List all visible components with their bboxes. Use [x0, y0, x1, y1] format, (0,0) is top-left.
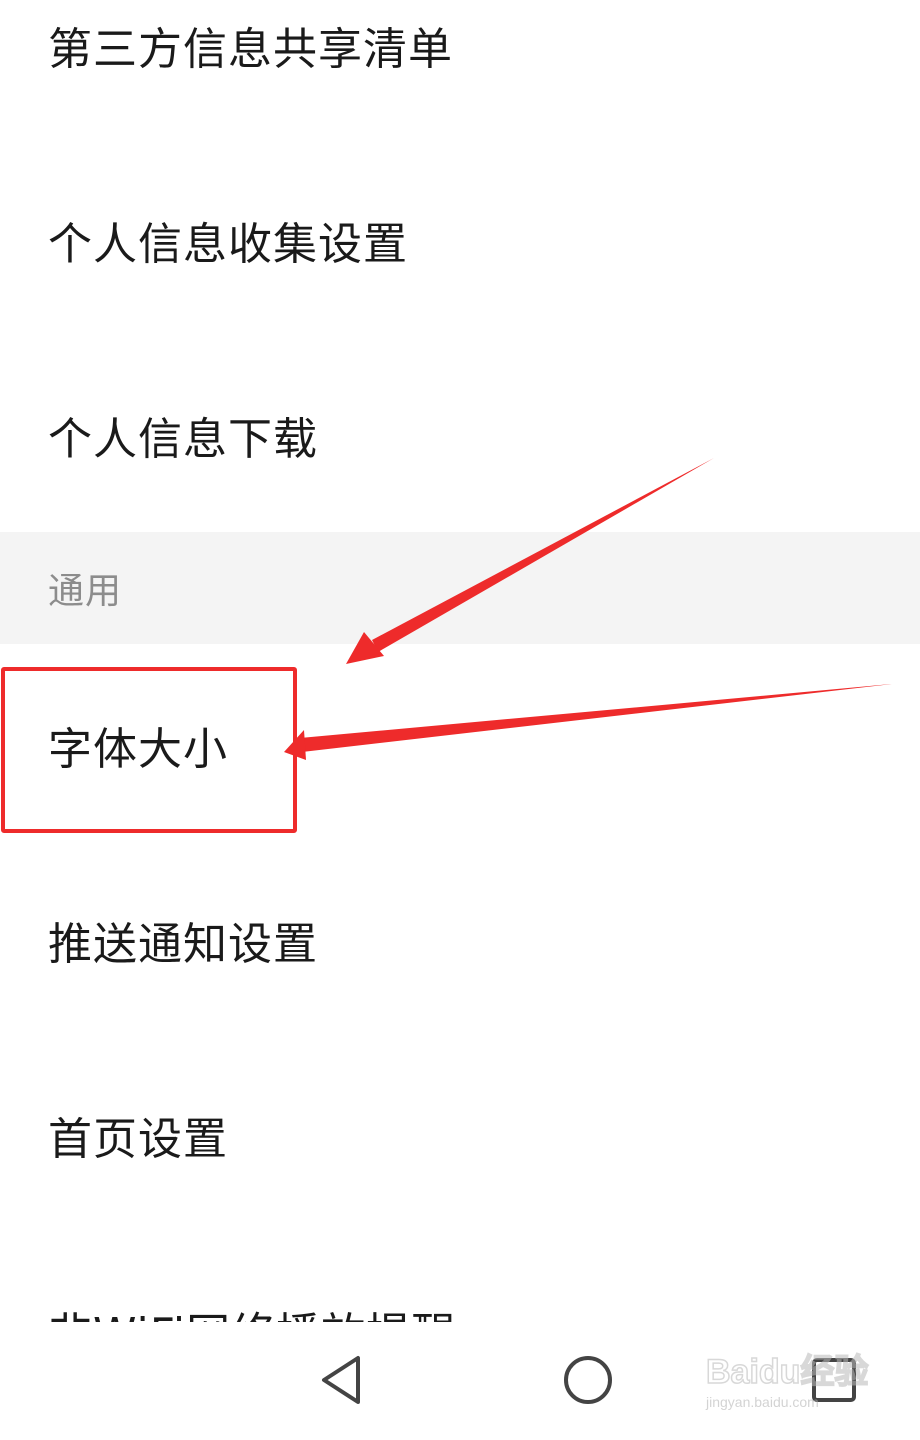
settings-item-label: 字体大小 — [48, 724, 228, 775]
settings-item-home-page[interactable]: 首页设置 — [0, 1038, 920, 1232]
back-button[interactable] — [314, 1350, 374, 1410]
triangle-back-icon — [322, 1356, 360, 1404]
settings-item-push-notifications[interactable]: 推送通知设置 — [0, 843, 920, 1037]
settings-item-label: 推送通知设置 — [48, 919, 318, 970]
section-title: 通用 — [48, 571, 123, 612]
settings-item-font-size[interactable]: 字体大小 — [0, 648, 920, 842]
settings-item-personal-info-collection[interactable]: 个人信息收集设置 — [0, 143, 920, 337]
settings-item-non-wifi-playback-reminder[interactable]: 非WiFi网络播放提醒 — [0, 1233, 920, 1322]
circle-home-icon — [564, 1356, 612, 1404]
settings-item-label: 个人信息收集设置 — [48, 219, 408, 270]
settings-item-personal-info-download[interactable]: 个人信息下载 — [0, 338, 920, 532]
watermark-url: jingyan.baidu.com — [706, 1394, 819, 1410]
recents-button[interactable] — [804, 1350, 864, 1410]
settings-list: 第三方信息共享清单 个人信息收集设置 个人信息下载 通用 字体大小 推送通知设置… — [0, 0, 920, 1322]
home-button[interactable] — [558, 1350, 618, 1410]
settings-item-third-party-sharing[interactable]: 第三方信息共享清单 — [0, 0, 920, 142]
settings-item-label: 非WiFi网络播放提醒 — [48, 1298, 456, 1322]
settings-item-label: 第三方信息共享清单 — [48, 24, 453, 75]
section-header-general: 通用 — [0, 532, 920, 644]
settings-item-label: 个人信息下载 — [48, 414, 318, 465]
settings-screen: 第三方信息共享清单 个人信息收集设置 个人信息下载 通用 字体大小 推送通知设置… — [0, 0, 920, 1440]
square-recents-icon — [812, 1358, 856, 1402]
settings-item-label: 首页设置 — [48, 1114, 228, 1165]
system-nav-bar: Baidu经验 jingyan.baidu.com — [0, 1322, 920, 1440]
